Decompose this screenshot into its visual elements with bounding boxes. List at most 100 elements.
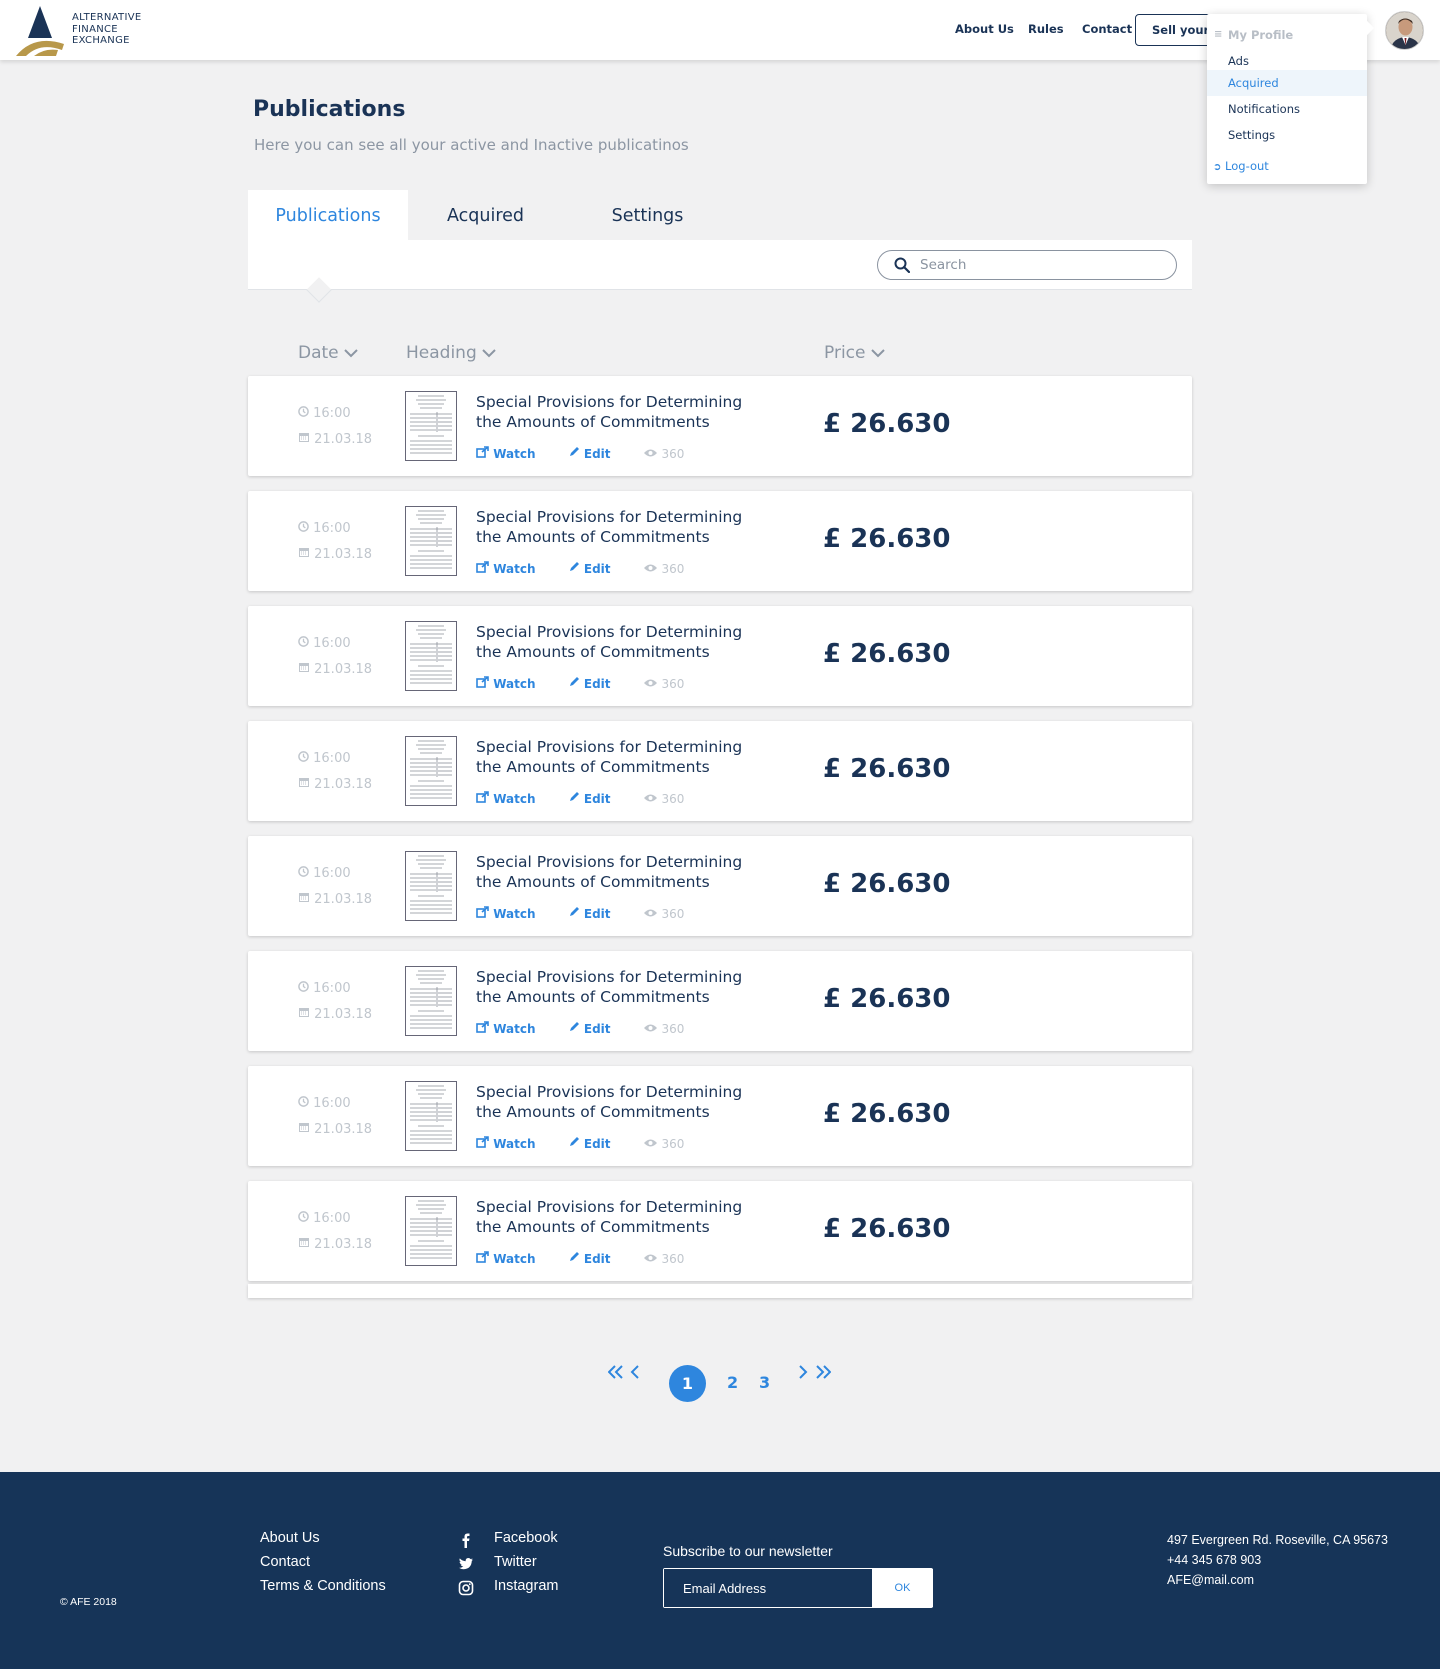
first-page-button[interactable] [607,1364,624,1383]
clock-icon [298,406,309,417]
publication-title[interactable]: Special Provisions for Determining the A… [476,852,766,892]
watch-link[interactable]: Watch [476,676,554,691]
logout-link[interactable]: ➲ Log-out [1207,153,1367,179]
avatar[interactable] [1385,11,1424,50]
watch-label: Watch [493,447,536,461]
edit-link[interactable]: Edit [568,1137,629,1151]
next-page-button[interactable] [798,1364,808,1383]
publication-title[interactable]: Special Provisions for Determining the A… [476,1082,766,1122]
page-1-button[interactable]: 1 [669,1365,706,1402]
footer-twitter-link[interactable]: Twitter [494,1554,537,1570]
footer-instagram-link[interactable]: Instagram [494,1578,558,1594]
search-input[interactable] [920,256,1160,274]
table-row[interactable]: 16:00 21.03.18 Special Provisions for De… [248,836,1192,936]
table-row[interactable]: 16:00 21.03.18 Special Provisions for De… [248,721,1192,821]
watch-label: Watch [493,1137,536,1151]
document-thumbnail[interactable] [405,851,457,921]
eye-icon [643,679,657,687]
footer-email[interactable]: AFE@mail.com [1167,1573,1254,1587]
document-preview-icon [410,855,452,914]
last-page-button[interactable] [815,1364,832,1383]
facebook-icon [462,1533,470,1548]
document-preview-icon [410,1085,452,1144]
publication-title[interactable]: Special Provisions for Determining the A… [476,622,766,662]
watch-link[interactable]: Watch [476,1251,554,1266]
dropdown-item-settings[interactable]: Settings [1207,122,1367,148]
edit-label: Edit [583,562,611,576]
document-thumbnail[interactable] [405,1081,457,1151]
publication-title[interactable]: Special Provisions for Determining the A… [476,1197,766,1237]
watch-link[interactable]: Watch [476,791,554,806]
page-title: Publications [253,97,406,122]
calendar-icon [299,778,309,787]
publication-title[interactable]: Special Provisions for Determining the A… [476,392,766,432]
newsletter-heading: Subscribe to our newsletter [663,1543,833,1559]
dropdown-item-notifications[interactable]: Notifications [1207,96,1367,122]
logo-line-1: ALTERNATIVE [72,12,142,23]
document-thumbnail[interactable] [405,506,457,576]
document-thumbnail[interactable] [405,736,457,806]
watch-link[interactable]: Watch [476,906,554,921]
document-thumbnail[interactable] [405,966,457,1036]
dropdown-item-acquired[interactable]: Acquired [1207,70,1367,96]
column-header-heading[interactable]: Heading [406,343,496,363]
column-header-date[interactable]: Date [298,343,358,363]
footer-link-about[interactable]: About Us [260,1530,320,1546]
publication-time: 16:00 [298,981,351,996]
page-2-button[interactable]: 2 [727,1373,738,1392]
nav-contact[interactable]: Contact [1082,22,1132,36]
table-row[interactable]: 16:00 21.03.18 Special Provisions for De… [248,606,1192,706]
table-row[interactable]: 16:00 21.03.18 Special Provisions for De… [248,1066,1192,1166]
document-thumbnail[interactable] [405,1196,457,1266]
tab-settings[interactable]: Settings [570,190,725,240]
nav-rules[interactable]: Rules [1028,22,1064,36]
tab-acquired[interactable]: Acquired [408,190,563,240]
publication-date: 21.03.18 [298,1236,372,1252]
publication-title[interactable]: Special Provisions for Determining the A… [476,967,766,1007]
publication-title[interactable]: Special Provisions for Determining the A… [476,737,766,777]
tab-publications[interactable]: Publications [248,190,408,240]
edit-link[interactable]: Edit [568,677,629,691]
time-label: 16:00 [313,981,351,996]
edit-link[interactable]: Edit [568,1252,629,1266]
footer-facebook-link[interactable]: Facebook [494,1530,558,1546]
publication-date: 21.03.18 [298,891,372,907]
calendar-icon [299,1008,309,1017]
page-3-button[interactable]: 3 [759,1373,770,1392]
time-label: 16:00 [313,1211,351,1226]
footer-link-contact[interactable]: Contact [260,1554,310,1570]
document-preview-icon [410,510,452,569]
edit-link[interactable]: Edit [568,907,629,921]
calendar-icon [299,1123,309,1132]
logout-icon: ➲ [1213,162,1222,173]
nav-about-us[interactable]: About Us [955,22,1014,36]
publication-title[interactable]: Special Provisions for Determining the A… [476,507,766,547]
footer-link-terms[interactable]: Terms & Conditions [260,1578,386,1594]
watch-link[interactable]: Watch [476,561,554,576]
twitter-icon [458,1558,473,1570]
footer-phone: +44 345 678 903 [1167,1553,1262,1567]
table-row[interactable]: 16:00 21.03.18 Special Provisions for De… [248,951,1192,1051]
newsletter-submit-button[interactable]: OK [872,1569,933,1607]
table-row[interactable]: 16:00 21.03.18 Special Provisions for De… [248,376,1192,476]
edit-link[interactable]: Edit [568,447,629,461]
table-row[interactable]: 16:00 21.03.18 Special Provisions for De… [248,491,1192,591]
afe-logo[interactable]: ALTERNATIVE FINANCE EXCHANGE [14,4,149,56]
prev-page-button[interactable] [630,1364,640,1383]
document-thumbnail[interactable] [405,621,457,691]
eye-icon [643,909,657,917]
double-chevron-left-icon [607,1365,623,1379]
edit-link[interactable]: Edit [568,792,629,806]
watch-link[interactable]: Watch [476,1136,554,1151]
table-row[interactable]: 16:00 21.03.18 Special Provisions for De… [248,1181,1192,1281]
pencil-icon [569,677,579,686]
edit-link[interactable]: Edit [568,1022,629,1036]
watch-link[interactable]: Watch [476,446,554,461]
search-box[interactable] [877,250,1177,280]
document-thumbnail[interactable] [405,391,457,461]
edit-link[interactable]: Edit [568,562,629,576]
column-header-price[interactable]: Price [824,343,885,363]
chevron-left-icon [630,1365,639,1379]
newsletter-email-input[interactable] [664,1569,871,1607]
watch-link[interactable]: Watch [476,1021,554,1036]
